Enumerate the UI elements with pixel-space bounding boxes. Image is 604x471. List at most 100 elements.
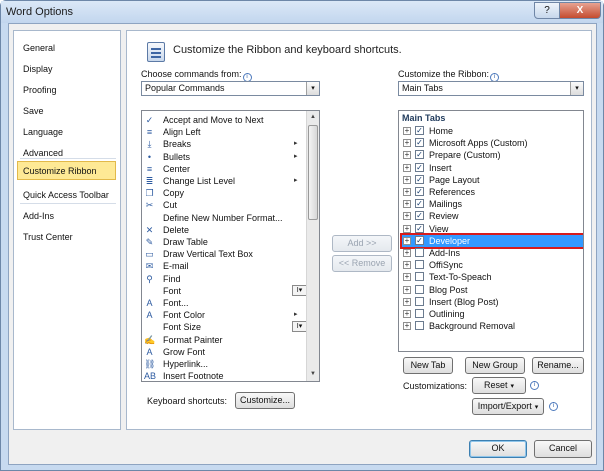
expand-icon[interactable]: +	[403, 322, 411, 331]
nav-item-proofing[interactable]: Proofing	[20, 81, 116, 100]
tab-checkbox[interactable]	[415, 321, 424, 331]
import-export-button[interactable]: Import/Export ▾	[472, 398, 544, 415]
command-item[interactable]: ✂ Cut	[144, 199, 304, 211]
tab-checkbox[interactable]: ✓	[415, 199, 424, 209]
command-item[interactable]: ✓ Accept and Move to Next	[144, 114, 304, 126]
tab-checkbox[interactable]: ✓	[415, 223, 424, 233]
tree-item-mailings[interactable]: + ✓ Mailings	[402, 198, 583, 210]
ribbon-tabs-tree[interactable]: Main Tabs + ✓ Home + ✓ Microsoft Apps (Custom…	[398, 110, 584, 352]
tab-checkbox[interactable]	[415, 248, 424, 257]
expand-icon[interactable]: +	[403, 163, 411, 172]
expand-icon[interactable]: +	[403, 249, 411, 257]
nav-item-customize-ribbon[interactable]: Customize Ribbon	[17, 161, 116, 180]
command-item[interactable]: Font Size I▾	[144, 321, 307, 333]
close-button[interactable]: X	[559, 2, 601, 19]
tab-checkbox[interactable]: ✓	[415, 162, 424, 172]
command-item[interactable]: A Grow Font	[144, 346, 304, 358]
command-item[interactable]: ❐ Copy	[144, 187, 304, 199]
commands-list[interactable]: ✓ Accept and Move to Next ≡ Align Left ⤓ Brea…	[141, 110, 320, 382]
tab-checkbox[interactable]: ✓	[415, 187, 424, 196]
remove-button[interactable]: << Remove	[332, 255, 392, 272]
commands-scrollbar[interactable]: ▲ ▼	[306, 111, 319, 381]
rename-button[interactable]: Rename...	[532, 357, 584, 374]
tree-item-offisync[interactable]: + OffiSync	[402, 259, 583, 271]
expand-icon[interactable]: +	[403, 188, 411, 196]
expand-icon[interactable]: +	[403, 273, 411, 282]
info-icon[interactable]: i	[530, 381, 539, 390]
tree-item-background-removal[interactable]: + Background Removal	[402, 320, 583, 332]
tab-checkbox[interactable]: ✓	[415, 138, 424, 148]
command-item[interactable]: ✎ Draw Table	[144, 236, 304, 248]
expand-icon[interactable]: +	[403, 212, 411, 221]
tree-item-add-ins[interactable]: + Add-Ins	[402, 247, 583, 259]
expand-icon[interactable]: +	[403, 127, 411, 135]
expand-icon[interactable]: +	[403, 175, 411, 184]
tab-checkbox[interactable]: ✓	[415, 235, 424, 245]
cancel-button[interactable]: Cancel	[534, 440, 592, 458]
command-item[interactable]: ≡ Align Left	[144, 126, 304, 138]
command-item[interactable]: ▭ Draw Vertical Text Box	[144, 248, 304, 260]
command-item[interactable]: A Font Color ▸	[144, 309, 304, 321]
command-item[interactable]: ✉ E-mail	[144, 260, 304, 272]
tab-checkbox[interactable]	[415, 272, 424, 282]
tree-item-references[interactable]: + ✓ References	[402, 186, 583, 198]
expand-icon[interactable]: +	[403, 236, 411, 245]
tab-checkbox[interactable]: ✓	[415, 174, 424, 184]
expand-icon[interactable]: +	[403, 139, 411, 148]
customize-shortcuts-button[interactable]: Customize...	[235, 392, 295, 409]
tree-item-insert[interactable]: + ✓ Insert	[402, 162, 583, 174]
tab-checkbox[interactable]	[415, 284, 424, 294]
tree-item-insert-blog-post[interactable]: + Insert (Blog Post)	[402, 296, 583, 308]
nav-item-language[interactable]: Language	[20, 123, 116, 142]
add-button[interactable]: Add >>	[332, 235, 392, 252]
customize-ribbon-select[interactable]: Main Tabs ▾	[398, 81, 584, 96]
command-item[interactable]: Font I▾	[144, 284, 307, 297]
scroll-up-arrow-icon[interactable]: ▲	[307, 111, 319, 124]
tree-item-view[interactable]: + ✓ View	[402, 223, 583, 235]
tree-item-review[interactable]: + ✓ Review	[402, 210, 583, 222]
tab-checkbox[interactable]: ✓	[415, 211, 424, 221]
info-icon[interactable]: i	[549, 402, 558, 411]
tree-item-prepare-custom[interactable]: + ✓ Prepare (Custom)	[402, 149, 583, 161]
tree-item-text-to-speach[interactable]: + Text-To-Speach	[402, 271, 583, 283]
command-item[interactable]: Define New Number Format...	[144, 212, 304, 224]
tab-checkbox[interactable]	[415, 309, 424, 318]
expand-icon[interactable]: +	[403, 261, 411, 270]
choose-commands-select[interactable]: Popular Commands ▾	[141, 81, 320, 96]
command-item[interactable]: A Font...	[144, 297, 304, 309]
new-group-button[interactable]: New Group	[465, 357, 525, 374]
tab-checkbox[interactable]	[415, 296, 424, 306]
tab-checkbox[interactable]	[415, 260, 424, 270]
nav-item-trust-center[interactable]: Trust Center	[20, 228, 116, 247]
nav-item-display[interactable]: Display	[20, 60, 116, 79]
help-button[interactable]: ?	[534, 2, 560, 19]
command-item[interactable]: ✕ Delete	[144, 224, 304, 236]
scroll-down-arrow-icon[interactable]: ▼	[307, 368, 319, 381]
expand-icon[interactable]: +	[403, 285, 411, 294]
nav-item-add-ins[interactable]: Add-Ins	[20, 207, 116, 226]
new-tab-button[interactable]: New Tab	[403, 357, 453, 374]
command-item[interactable]: ≣ Change List Level ▸	[144, 175, 304, 187]
nav-item-save[interactable]: Save	[20, 102, 116, 121]
command-item[interactable]: • Bullets ▸	[144, 151, 304, 163]
expand-icon[interactable]: +	[403, 151, 411, 160]
tab-checkbox[interactable]: ✓	[415, 126, 424, 135]
command-item[interactable]: ⤓ Breaks ▸	[144, 138, 304, 150]
expand-icon[interactable]: +	[403, 297, 411, 306]
tree-item-home[interactable]: + ✓ Home	[402, 125, 583, 137]
nav-item-general[interactable]: General	[20, 39, 116, 58]
expand-icon[interactable]: +	[403, 224, 411, 233]
ok-button[interactable]: OK	[469, 440, 527, 458]
expand-icon[interactable]: +	[403, 200, 411, 209]
expand-icon[interactable]: +	[403, 310, 411, 318]
tree-item-developer[interactable]: + ✓ Developer	[400, 232, 583, 249]
command-item[interactable]: ≡ Center	[144, 163, 304, 175]
chevron-down-icon[interactable]: ▾	[570, 82, 583, 95]
chevron-down-icon[interactable]: ▾	[306, 82, 319, 95]
command-item[interactable]: ✍ Format Painter	[144, 334, 304, 346]
tree-item-microsoft-apps-custom[interactable]: + ✓ Microsoft Apps (Custom)	[402, 137, 583, 149]
tree-item-blog-post[interactable]: + Blog Post	[402, 284, 583, 296]
command-item[interactable]: ⛓ Hyperlink...	[144, 358, 304, 370]
tab-checkbox[interactable]: ✓	[415, 150, 424, 160]
command-item[interactable]: ⚲ Find	[144, 273, 304, 285]
